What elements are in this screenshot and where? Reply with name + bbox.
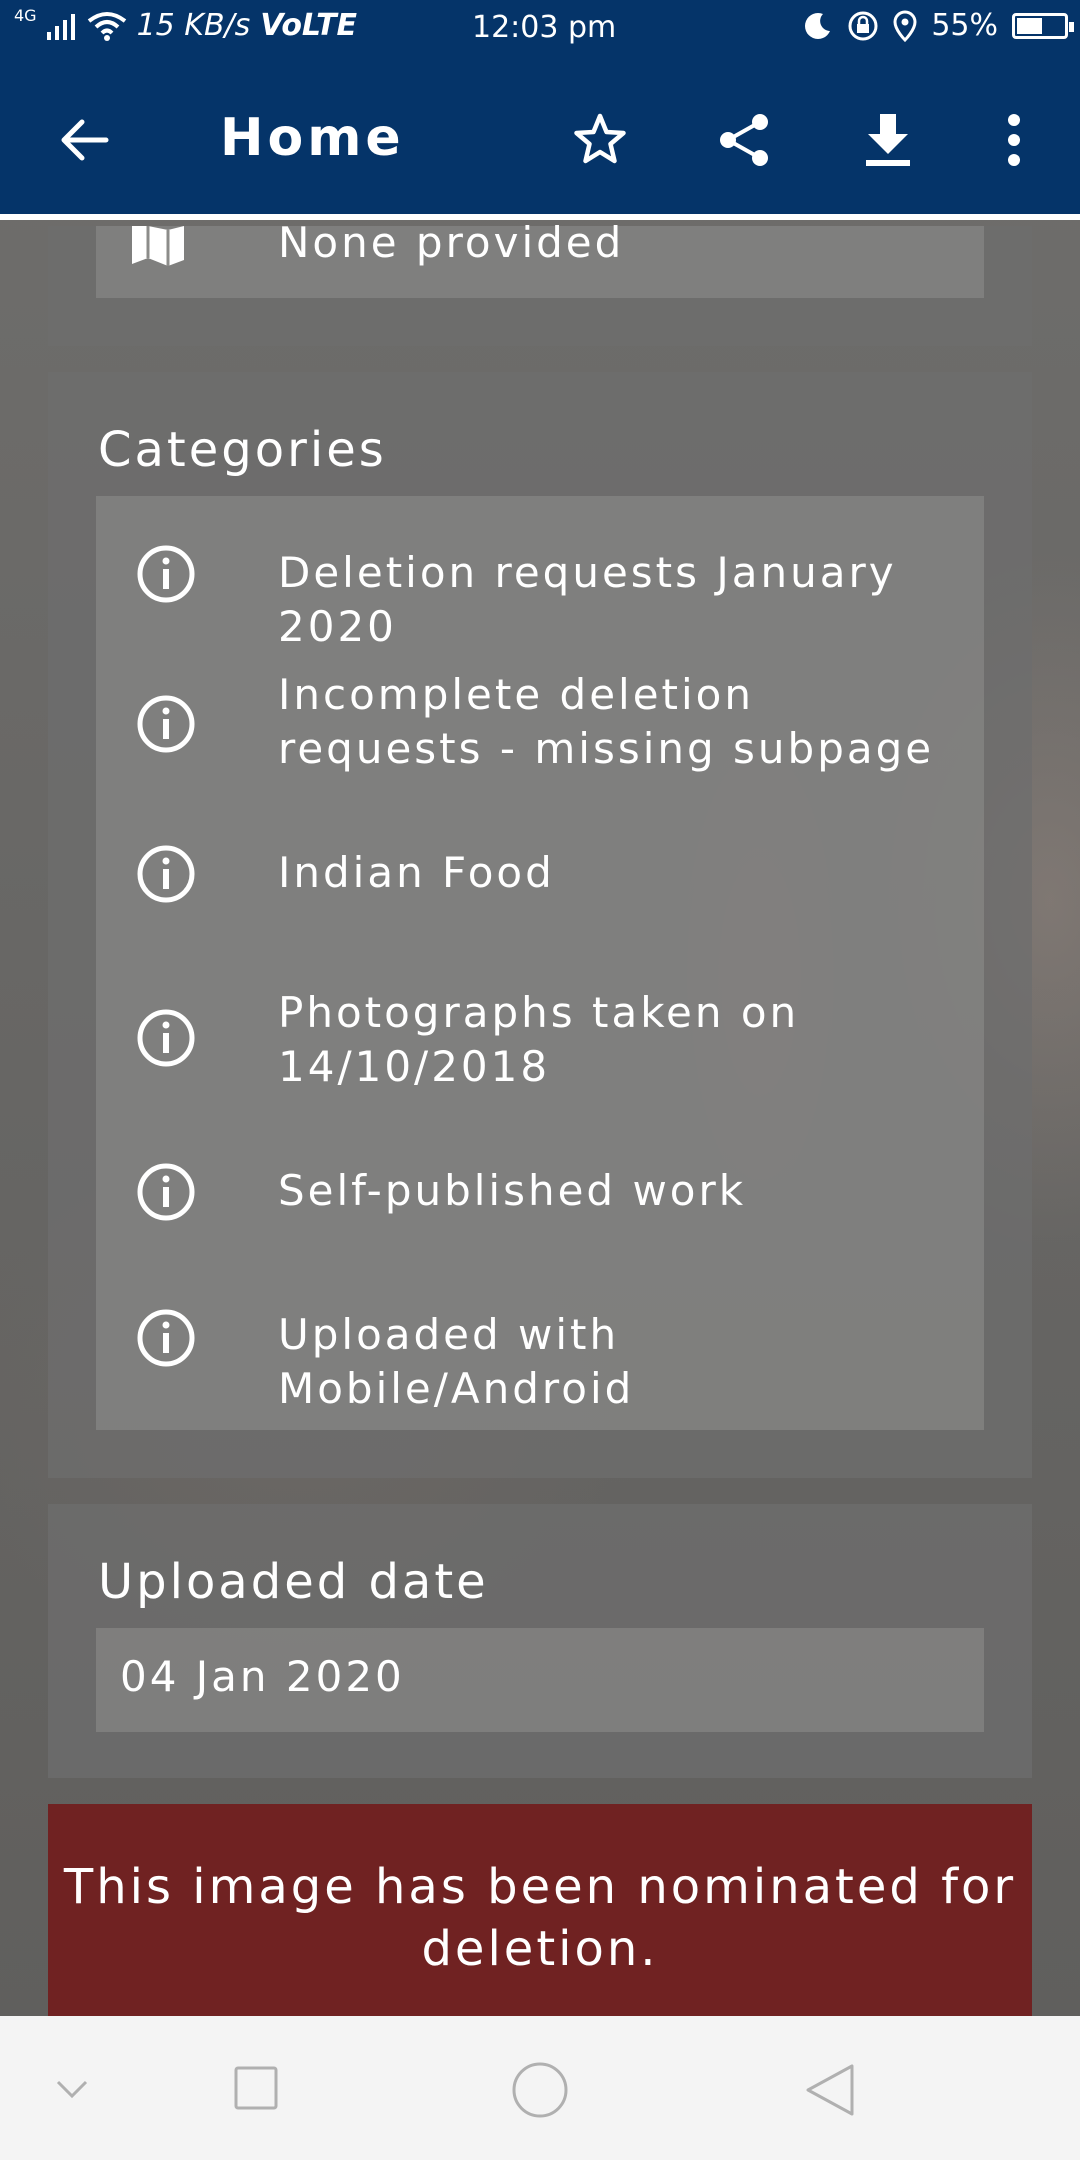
license-value: None provided [278,218,625,267]
info-icon[interactable] [136,1008,196,1068]
list-item[interactable]: Self-published work [96,1148,984,1232]
star-icon[interactable] [570,110,630,170]
category-label: Photographs taken on 14/10/2018 [278,988,800,1091]
wifi-icon [87,11,126,41]
download-icon[interactable] [858,110,918,170]
category-label: Incomplete deletion requests - missing s… [278,670,935,773]
battery-percent: 55% [931,8,998,43]
categories-title: Categories [98,422,387,478]
battery-icon [1012,12,1074,39]
categories-list: Deletion requests January 2020 Incomplet… [96,496,984,1430]
info-icon[interactable] [136,844,196,904]
chevron-down-icon[interactable] [52,2068,92,2108]
more-vert-icon[interactable] [984,110,1044,170]
list-item[interactable]: Photographs taken on 14/10/2018 [96,976,984,1096]
deletion-notice-text: This image has been nominated for deleti… [63,1859,1017,1977]
category-label: Deletion requests January 2020 [278,548,897,651]
list-item[interactable]: Uploaded with Mobile/Android [96,1292,984,1413]
info-icon[interactable] [136,1162,196,1222]
uploaded-date-box: 04 Jan 2020 [96,1628,984,1732]
category-label: Uploaded with Mobile/Android [278,1310,635,1413]
clock: 12:03 pm [472,10,617,45]
uploaded-date-title: Uploaded date [98,1554,489,1610]
license-box: None provided [96,218,984,298]
uploaded-date-value: 04 Jan 2020 [120,1652,405,1701]
volte-label: VoLTE [260,8,358,43]
recents-square-icon[interactable] [232,2064,280,2112]
page-title: Home [220,108,405,168]
list-item[interactable]: Incomplete deletion requests - missing s… [96,668,984,788]
info-icon[interactable] [136,694,196,754]
uploaded-date-card: Uploaded date 04 Jan 2020 [48,1504,1032,1778]
info-icon[interactable] [136,544,196,604]
moon-icon [805,12,831,39]
status-bar: 4G 15 KB/s VoLTE 12:03 pm 55% [0,0,1080,58]
categories-card: Categories Deletion requests January 202… [48,372,1032,1478]
map-icon [132,226,184,266]
share-icon[interactable] [714,110,774,170]
back-arrow-icon[interactable] [56,112,112,168]
category-label: Indian Food [278,848,555,897]
rotation-lock-icon [848,11,878,40]
back-triangle-icon[interactable] [800,2060,860,2120]
app-bar: Home [0,58,1080,220]
license-card: None provided [48,218,1032,346]
battery-fill [1017,17,1043,34]
deletion-notice: This image has been nominated for deleti… [48,1804,1032,2020]
list-item[interactable]: Deletion requests January 2020 [96,536,984,651]
location-icon [893,9,917,42]
home-circle-icon[interactable] [510,2060,570,2120]
list-item[interactable]: Indian Food [96,826,984,910]
info-icon[interactable] [136,1308,196,1368]
network-speed: 15 KB/s [136,8,251,43]
signal-icon [46,13,75,40]
category-label: Self-published work [278,1166,747,1215]
network-type: 4G [14,6,37,25]
nav-bar [0,2016,1080,2160]
